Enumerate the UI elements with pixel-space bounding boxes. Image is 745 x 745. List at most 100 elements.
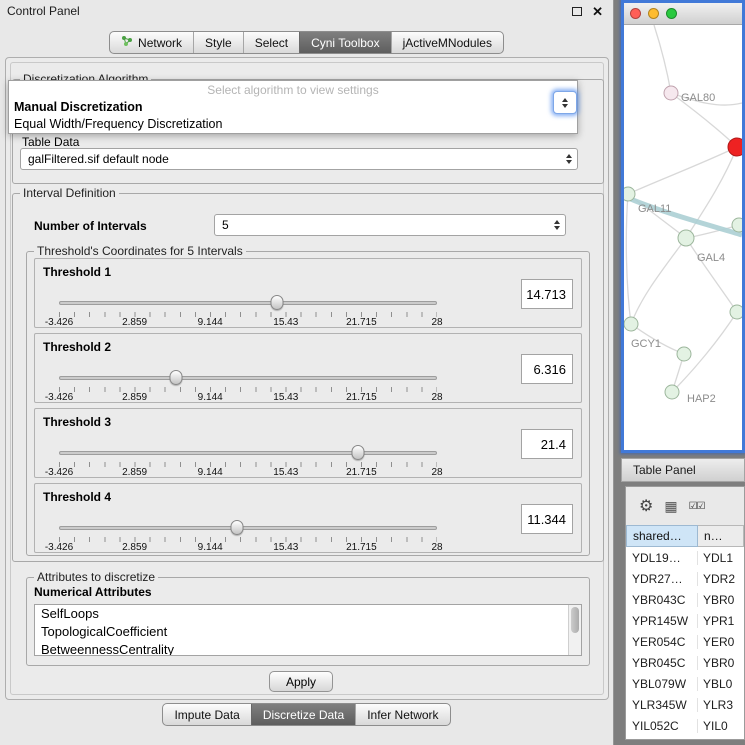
tab-label: Select: [255, 36, 288, 50]
slider-thumb-icon[interactable]: [230, 520, 243, 535]
tab-label: Discretize Data: [263, 708, 344, 722]
stepper-up-icon: [562, 98, 568, 102]
table-panel-title: Table Panel: [633, 463, 696, 477]
algorithm-option-equal-width-frequency[interactable]: Equal Width/Frequency Discretization: [9, 116, 577, 133]
slider-track: [59, 451, 437, 455]
tab-impute-data[interactable]: Impute Data: [163, 704, 250, 725]
threshold-slider[interactable]: [59, 295, 437, 311]
threshold-box-2: Threshold 2-3.4262.8599.14415.4321.71528…: [34, 333, 582, 403]
cell-name: YER0: [698, 635, 744, 649]
network-node[interactable]: [677, 347, 691, 361]
threshold-value-field[interactable]: 6.316: [521, 354, 573, 384]
table-row[interactable]: YDR27…YDR2: [626, 568, 744, 589]
tab-select[interactable]: Select: [243, 32, 299, 53]
float-window-icon[interactable]: [572, 7, 582, 16]
attribute-list-item[interactable]: SelfLoops: [35, 605, 581, 623]
threshold-label: Threshold 4: [43, 490, 111, 504]
tick-label: 28: [431, 392, 442, 403]
tick-label: 9.144: [198, 392, 223, 403]
tick-label: 2.859: [122, 317, 147, 328]
threshold-value-field[interactable]: 14.713: [521, 279, 573, 309]
combo-stepper-icon: [554, 215, 560, 235]
table-row[interactable]: YBR045CYBR0: [626, 652, 744, 673]
table-panel-window: ⚙ ▦ ☑☑ shared… n… YDL19…YDL1YDR27…YDR2YB…: [625, 486, 745, 740]
slider-thumb-icon[interactable]: [170, 370, 183, 385]
table-row[interactable]: YLR345WYLR3: [626, 694, 744, 715]
mac-zoom-icon[interactable]: [666, 8, 677, 19]
threshold-label: Threshold 3: [43, 415, 111, 429]
column-header-shared-name[interactable]: shared…: [626, 525, 698, 547]
control-panel-title: Control Panel: [7, 4, 80, 18]
combo-stepper-icon: [566, 149, 572, 169]
table-row[interactable]: YIL052CYIL0: [626, 715, 744, 736]
cell-name: YPR1: [698, 614, 744, 628]
tab-cyni-toolbox[interactable]: Cyni Toolbox: [299, 32, 390, 53]
column-header-name[interactable]: n…: [698, 525, 744, 547]
list-scrollbar[interactable]: [568, 605, 581, 655]
algorithm-combobox-stepper[interactable]: [553, 91, 577, 114]
bottom-tabbar: Impute Data Discretize Data Infer Network: [162, 703, 450, 726]
table-row[interactable]: YBL079WYBL0: [626, 673, 744, 694]
network-node[interactable]: [624, 317, 638, 331]
tick-label: 9.144: [198, 467, 223, 478]
numerical-attributes-label: Numerical Attributes: [34, 585, 152, 599]
mac-minimize-icon[interactable]: [648, 8, 659, 19]
list-scrollbar-thumb[interactable]: [571, 607, 579, 633]
network-node[interactable]: [678, 230, 694, 246]
table-row[interactable]: YPR145WYPR1: [626, 610, 744, 631]
network-node[interactable]: [732, 218, 742, 232]
network-node[interactable]: [624, 187, 635, 201]
network-canvas[interactable]: GAL80 GAL11 GAL4 GCY1 HAP2: [624, 25, 742, 450]
node-label: GAL4: [697, 252, 725, 264]
threshold-slider[interactable]: [59, 370, 437, 386]
threshold-slider[interactable]: [59, 445, 437, 461]
tab-infer-network[interactable]: Infer Network: [355, 704, 449, 725]
bottom-tab-row: Impute Data Discretize Data Infer Network: [0, 703, 613, 726]
tick-label: 15.43: [273, 392, 298, 403]
threshold-value-field[interactable]: 11.344: [521, 504, 573, 534]
table-row[interactable]: YER054CYER0: [626, 631, 744, 652]
tab-jactivemnodules[interactable]: jActiveMNodules: [391, 32, 503, 53]
algorithm-option-manual-discretization[interactable]: Manual Discretization: [9, 99, 577, 116]
table-row[interactable]: YDL19…YDL1: [626, 547, 744, 568]
network-node[interactable]: [665, 385, 679, 399]
mac-close-icon[interactable]: [630, 8, 641, 19]
threshold-box-1: Threshold 1-3.4262.8599.14415.4321.71528…: [34, 258, 582, 328]
attribute-list-item[interactable]: BetweennessCentrality: [35, 641, 581, 656]
table-data-combobox[interactable]: galFiltered.sif default node: [20, 148, 578, 170]
apply-button[interactable]: Apply: [269, 671, 333, 692]
network-node[interactable]: [664, 86, 678, 100]
threshold-value-field[interactable]: 21.4: [521, 429, 573, 459]
select-columns-icon[interactable]: ☑☑: [689, 501, 705, 512]
attribute-items: SelfLoopsTopologicalCoefficientBetweenne…: [35, 605, 581, 656]
node-label: GCY1: [631, 338, 661, 350]
slider-scale-labels: -3.4262.8599.14415.4321.71528: [59, 467, 437, 478]
control-panel-titlebar: Control Panel ✕: [0, 0, 613, 22]
network-node-highlighted[interactable]: [728, 138, 742, 156]
gear-icon[interactable]: ⚙: [639, 496, 653, 516]
tick-label: 21.715: [346, 542, 377, 553]
thresholds-list: Threshold 1-3.4262.8599.14415.4321.71528…: [34, 258, 582, 558]
tab-discretize-data[interactable]: Discretize Data: [251, 704, 355, 725]
columns-icon[interactable]: ▦: [664, 498, 677, 515]
tab-network[interactable]: Network: [110, 32, 193, 53]
tab-style[interactable]: Style: [193, 32, 243, 53]
tab-label: Infer Network: [367, 708, 438, 722]
tick-label: 9.144: [198, 317, 223, 328]
close-icon[interactable]: ✕: [592, 5, 603, 18]
table-row[interactable]: YBR043CYBR0: [626, 589, 744, 610]
attribute-list-item[interactable]: TopologicalCoefficient: [35, 623, 581, 641]
thresholds-group-label: Threshold's Coordinates for 5 Intervals: [34, 244, 246, 258]
cell-shared-name: YDR27…: [626, 572, 698, 586]
tick-label: 21.715: [346, 467, 377, 478]
table-data-value: galFiltered.sif default node: [28, 152, 169, 166]
slider-thumb-icon[interactable]: [351, 445, 364, 460]
slider-thumb-icon[interactable]: [271, 295, 284, 310]
tab-label: Style: [205, 36, 232, 50]
threshold-slider[interactable]: [59, 520, 437, 536]
number-of-intervals-label: Number of Intervals: [34, 219, 147, 233]
network-node[interactable]: [730, 305, 742, 319]
slider-track: [59, 301, 437, 305]
number-of-intervals-combobox[interactable]: 5: [214, 214, 566, 236]
cell-name: YBR0: [698, 656, 744, 670]
